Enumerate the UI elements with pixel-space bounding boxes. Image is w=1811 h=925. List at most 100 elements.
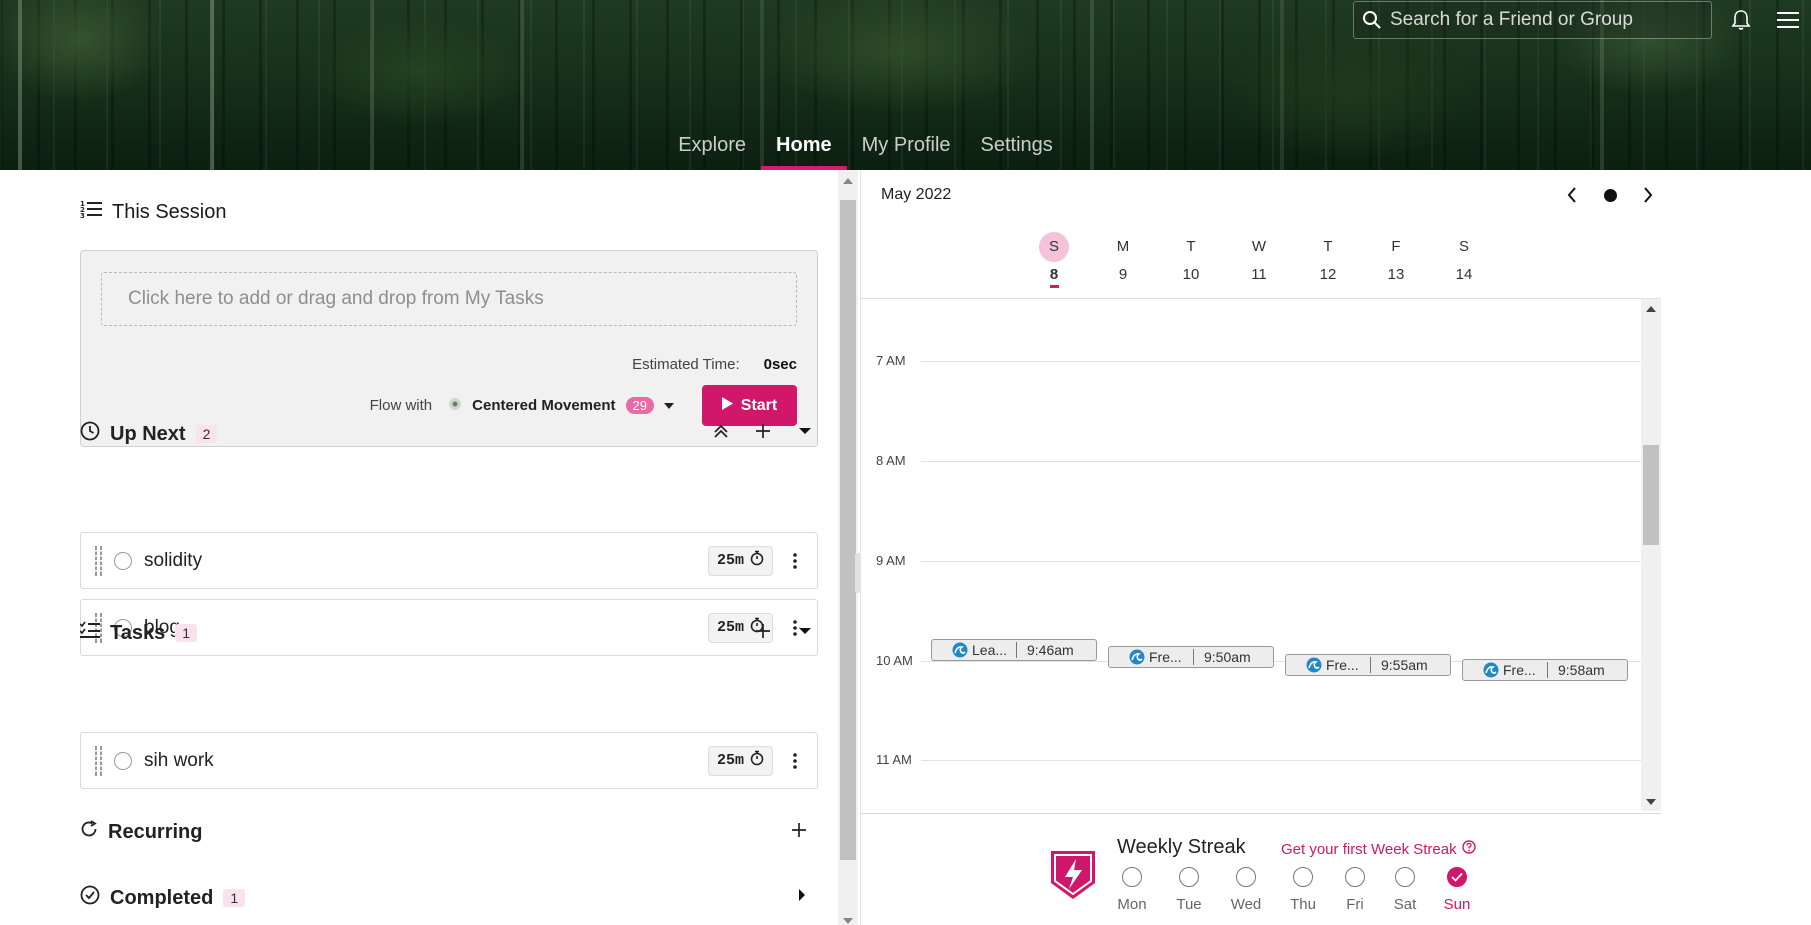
scroll-up-arrow-icon[interactable] xyxy=(1646,306,1656,312)
streak-link-text: Get your first Week Streak xyxy=(1281,840,1457,858)
menu-icon[interactable] xyxy=(1775,8,1801,32)
add-icon[interactable] xyxy=(789,820,809,840)
calendar-day-header[interactable]: S 8 xyxy=(1024,232,1084,288)
add-icon[interactable] xyxy=(753,421,773,441)
refresh-icon xyxy=(80,820,98,844)
session-header: 123 This Session xyxy=(80,199,227,225)
checklist-icon xyxy=(79,621,100,645)
scrollbar-thumb[interactable] xyxy=(840,200,856,860)
streak-help-link[interactable]: Get your first Week Streak xyxy=(1281,840,1476,858)
nav-tab-my-profile[interactable]: My Profile xyxy=(847,126,966,170)
nav-tab-settings[interactable]: Settings xyxy=(966,126,1068,170)
completed-header[interactable]: Completed 1 xyxy=(80,885,246,911)
streak-day: Thu xyxy=(1278,867,1328,913)
add-icon[interactable] xyxy=(753,621,773,641)
task-checkbox[interactable] xyxy=(114,751,132,770)
caret-down-icon[interactable] xyxy=(795,421,815,441)
streak-day-circle xyxy=(1179,867,1199,887)
calendar-scrollbar[interactable] xyxy=(1641,299,1661,811)
session-box: Click here to add or drag and drop from … xyxy=(80,250,818,447)
search-bar[interactable] xyxy=(1353,1,1712,39)
up-next-count-badge: 2 xyxy=(195,425,218,443)
collapse-all-icon[interactable] xyxy=(711,421,731,441)
calendar-event[interactable]: Fre... 9:58am xyxy=(1462,659,1628,681)
event-time: 9:55am xyxy=(1381,657,1428,673)
more-vertical-icon[interactable] xyxy=(773,552,817,569)
task-card[interactable]: solidity 25m xyxy=(80,532,818,589)
start-button[interactable]: Start xyxy=(702,385,797,426)
streak-day-circle xyxy=(1395,867,1415,887)
task-checkbox[interactable] xyxy=(114,551,132,570)
streak-day-circle xyxy=(1236,867,1256,887)
task-card[interactable]: sih work 25m xyxy=(80,732,818,789)
nav-tab-home[interactable]: Home xyxy=(761,126,847,170)
calendar-day-header[interactable]: T 12 xyxy=(1298,232,1358,283)
bell-icon[interactable] xyxy=(1728,8,1754,32)
task-name: solidity xyxy=(144,549,203,571)
check-icon xyxy=(1451,872,1463,882)
hour-gridline xyxy=(921,461,1641,462)
streak-day: Sat xyxy=(1380,867,1430,913)
recurring-title: Recurring xyxy=(108,820,203,843)
calendar-day-header[interactable]: F 13 xyxy=(1366,232,1426,283)
day-date: 12 xyxy=(1319,266,1337,283)
more-vertical-icon[interactable] xyxy=(773,752,817,769)
task-duration-button[interactable]: 25m xyxy=(707,745,773,776)
drag-handle-icon[interactable] xyxy=(89,544,109,578)
up-next-title: Up Next xyxy=(110,422,186,445)
streak-day-label: Fri xyxy=(1346,896,1364,913)
calendar-day-header[interactable]: W 11 xyxy=(1229,232,1289,283)
hour-label: 7 AM xyxy=(876,353,906,368)
day-date: 8 xyxy=(1049,266,1059,283)
scroll-up-arrow-icon[interactable] xyxy=(843,178,853,184)
calendar-day-header[interactable]: M 9 xyxy=(1093,232,1153,283)
calendar-event[interactable]: Lea... 9:46am xyxy=(931,639,1097,661)
calendar-event[interactable]: Fre... 9:55am xyxy=(1285,654,1451,676)
drag-handle-icon[interactable] xyxy=(89,744,109,778)
hour-gridline xyxy=(921,760,1641,761)
today-dot-button[interactable] xyxy=(1599,184,1621,206)
left-panel-scrollbar[interactable] xyxy=(838,170,858,925)
calendar-day-header[interactable]: T 10 xyxy=(1161,232,1221,283)
recurring-header[interactable]: Recurring xyxy=(80,820,202,844)
nav-tab-explore[interactable]: Explore xyxy=(663,126,761,170)
task-name: sih work xyxy=(144,749,214,771)
wave-icon xyxy=(952,642,968,658)
session-dropzone[interactable]: Click here to add or drag and drop from … xyxy=(101,272,797,326)
event-time: 9:58am xyxy=(1558,662,1605,678)
hour-label: 11 AM xyxy=(876,752,912,767)
calendar-event[interactable]: Fre... 9:50am xyxy=(1108,646,1274,668)
streak-day: Wed xyxy=(1221,867,1271,913)
estimated-time-value: 0sec xyxy=(763,356,797,373)
caret-down-icon[interactable] xyxy=(795,621,815,641)
start-button-label: Start xyxy=(740,396,778,414)
flow-label: Flow with xyxy=(369,397,433,414)
search-input[interactable] xyxy=(1390,9,1711,31)
task-duration-value: 25m xyxy=(716,619,744,636)
music-icon xyxy=(448,397,462,415)
calendar-grid[interactable]: 7 AM 8 AM 9 AM 10 AM 11 AM Lea... 9:46am… xyxy=(861,299,1641,811)
caret-down-icon[interactable] xyxy=(664,397,674,414)
completed-actions xyxy=(792,885,812,905)
caret-right-icon[interactable] xyxy=(792,885,812,905)
task-name: blog xyxy=(144,616,180,638)
stopwatch-icon xyxy=(750,750,764,771)
day-date: 11 xyxy=(1251,266,1267,283)
streak-day-label: Sun xyxy=(1443,896,1471,913)
task-duration-value: 25m xyxy=(716,752,744,769)
chevron-right-icon[interactable] xyxy=(1637,184,1659,206)
clock-icon xyxy=(80,421,100,447)
scroll-down-arrow-icon[interactable] xyxy=(843,918,853,924)
scrollbar-thumb[interactable] xyxy=(1643,445,1659,545)
streak-day-circle xyxy=(1447,867,1467,887)
scroll-down-arrow-icon[interactable] xyxy=(1646,799,1656,805)
task-duration-button[interactable]: 25m xyxy=(707,545,773,576)
calendar-day-header[interactable]: S 14 xyxy=(1434,232,1494,283)
session-title: This Session xyxy=(112,200,227,223)
streak-day-circle xyxy=(1122,867,1142,887)
day-name: S xyxy=(1039,232,1069,262)
svg-text:3: 3 xyxy=(80,212,85,219)
music-name[interactable]: Centered Movement xyxy=(472,397,615,414)
chevron-left-icon[interactable] xyxy=(1561,184,1583,206)
event-time: 9:46am xyxy=(1027,642,1074,658)
